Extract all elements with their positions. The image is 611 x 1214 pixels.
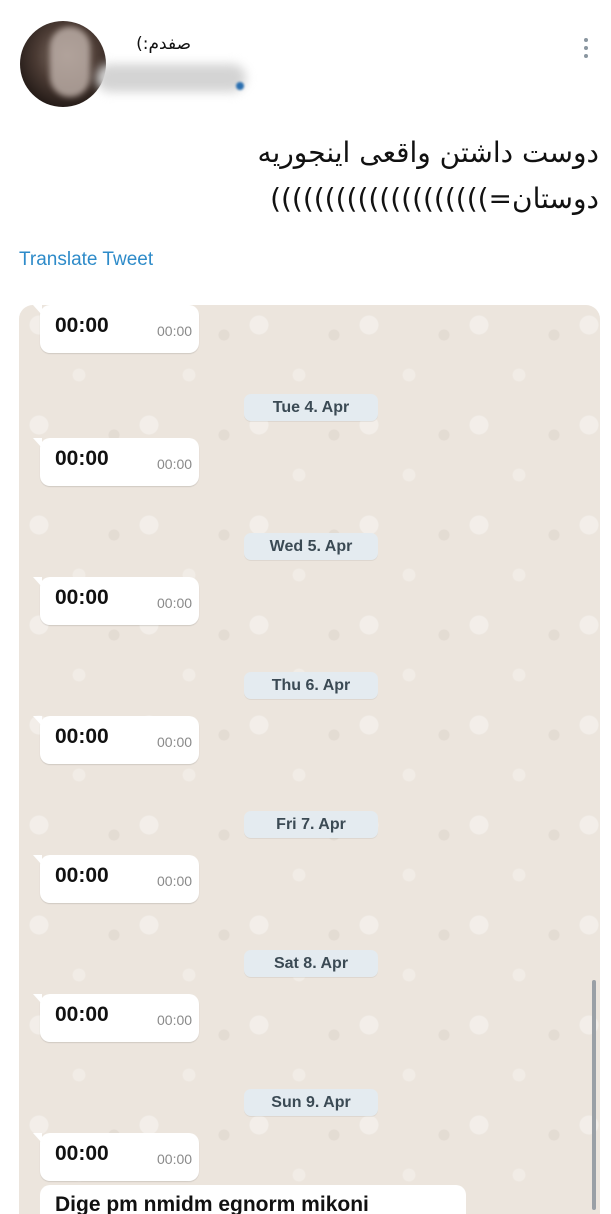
verified-dot	[236, 82, 244, 90]
display-name[interactable]: صفدم:)	[136, 34, 191, 54]
message-text: 00:00	[55, 314, 109, 337]
message-time: 00:00	[157, 1151, 193, 1167]
translate-tweet-link[interactable]: Translate Tweet	[19, 249, 153, 271]
message-text: 00:00	[55, 447, 109, 470]
message-time: 00:00	[157, 456, 193, 472]
chat-message: 00:00 00:00	[33, 1133, 199, 1181]
date-separator: Wed 5. Apr	[244, 533, 378, 560]
tweet-text-line: دوستان=))))))))))))))))))))	[270, 182, 599, 215]
message-text: 00:00	[55, 1003, 109, 1026]
chat-message-partial: Dige pm nmidm egnorm mikoni	[40, 1185, 466, 1214]
tweet-text: دوست داشتن واقعی اینجوریه دوستان=)))))))…	[39, 130, 599, 222]
more-options-icon[interactable]	[580, 38, 592, 64]
chat-message: 00:00 00:00	[33, 994, 199, 1042]
avatar-blur	[50, 27, 90, 97]
date-separator: Fri 7. Apr	[244, 811, 378, 838]
date-separator: Sun 9. Apr	[244, 1089, 378, 1116]
chat-message: 00:00 00:00	[33, 438, 199, 486]
message-time: 00:00	[157, 873, 193, 889]
message-text: 00:00	[55, 864, 109, 887]
message-text: 00:00	[55, 1142, 109, 1165]
message-time: 00:00	[157, 323, 193, 339]
tweet-page: صفدم:) دوست داشتن واقعی اینجوریه دوستان=…	[0, 0, 611, 1214]
message-time: 00:00	[157, 734, 193, 750]
message-text: 00:00	[55, 586, 109, 609]
date-separator: Sat 8. Apr	[244, 950, 378, 977]
message-text: Dige pm nmidm egnorm mikoni	[55, 1193, 369, 1214]
message-time: 00:00	[157, 1012, 193, 1028]
chat-message: 00:00 00:00	[33, 577, 199, 625]
message-time: 00:00	[157, 595, 193, 611]
chat-message: 00:00 00:00	[33, 716, 199, 764]
tweet-text-line: دوست داشتن واقعی اینجوریه	[257, 136, 599, 169]
date-separator: Tue 4. Apr	[244, 394, 378, 421]
chat-message: 00:00 00:00	[33, 855, 199, 903]
chat-message: 00:00 00:00	[33, 305, 199, 353]
message-text: 00:00	[55, 725, 109, 748]
tweet-media-image[interactable]: 00:00 00:00 Tue 4. Apr 00:00 00:00 Wed 5…	[19, 305, 600, 1214]
avatar[interactable]	[20, 21, 106, 107]
handle-redacted	[96, 64, 246, 92]
scrollbar[interactable]	[592, 980, 596, 1210]
date-separator: Thu 6. Apr	[244, 672, 378, 699]
